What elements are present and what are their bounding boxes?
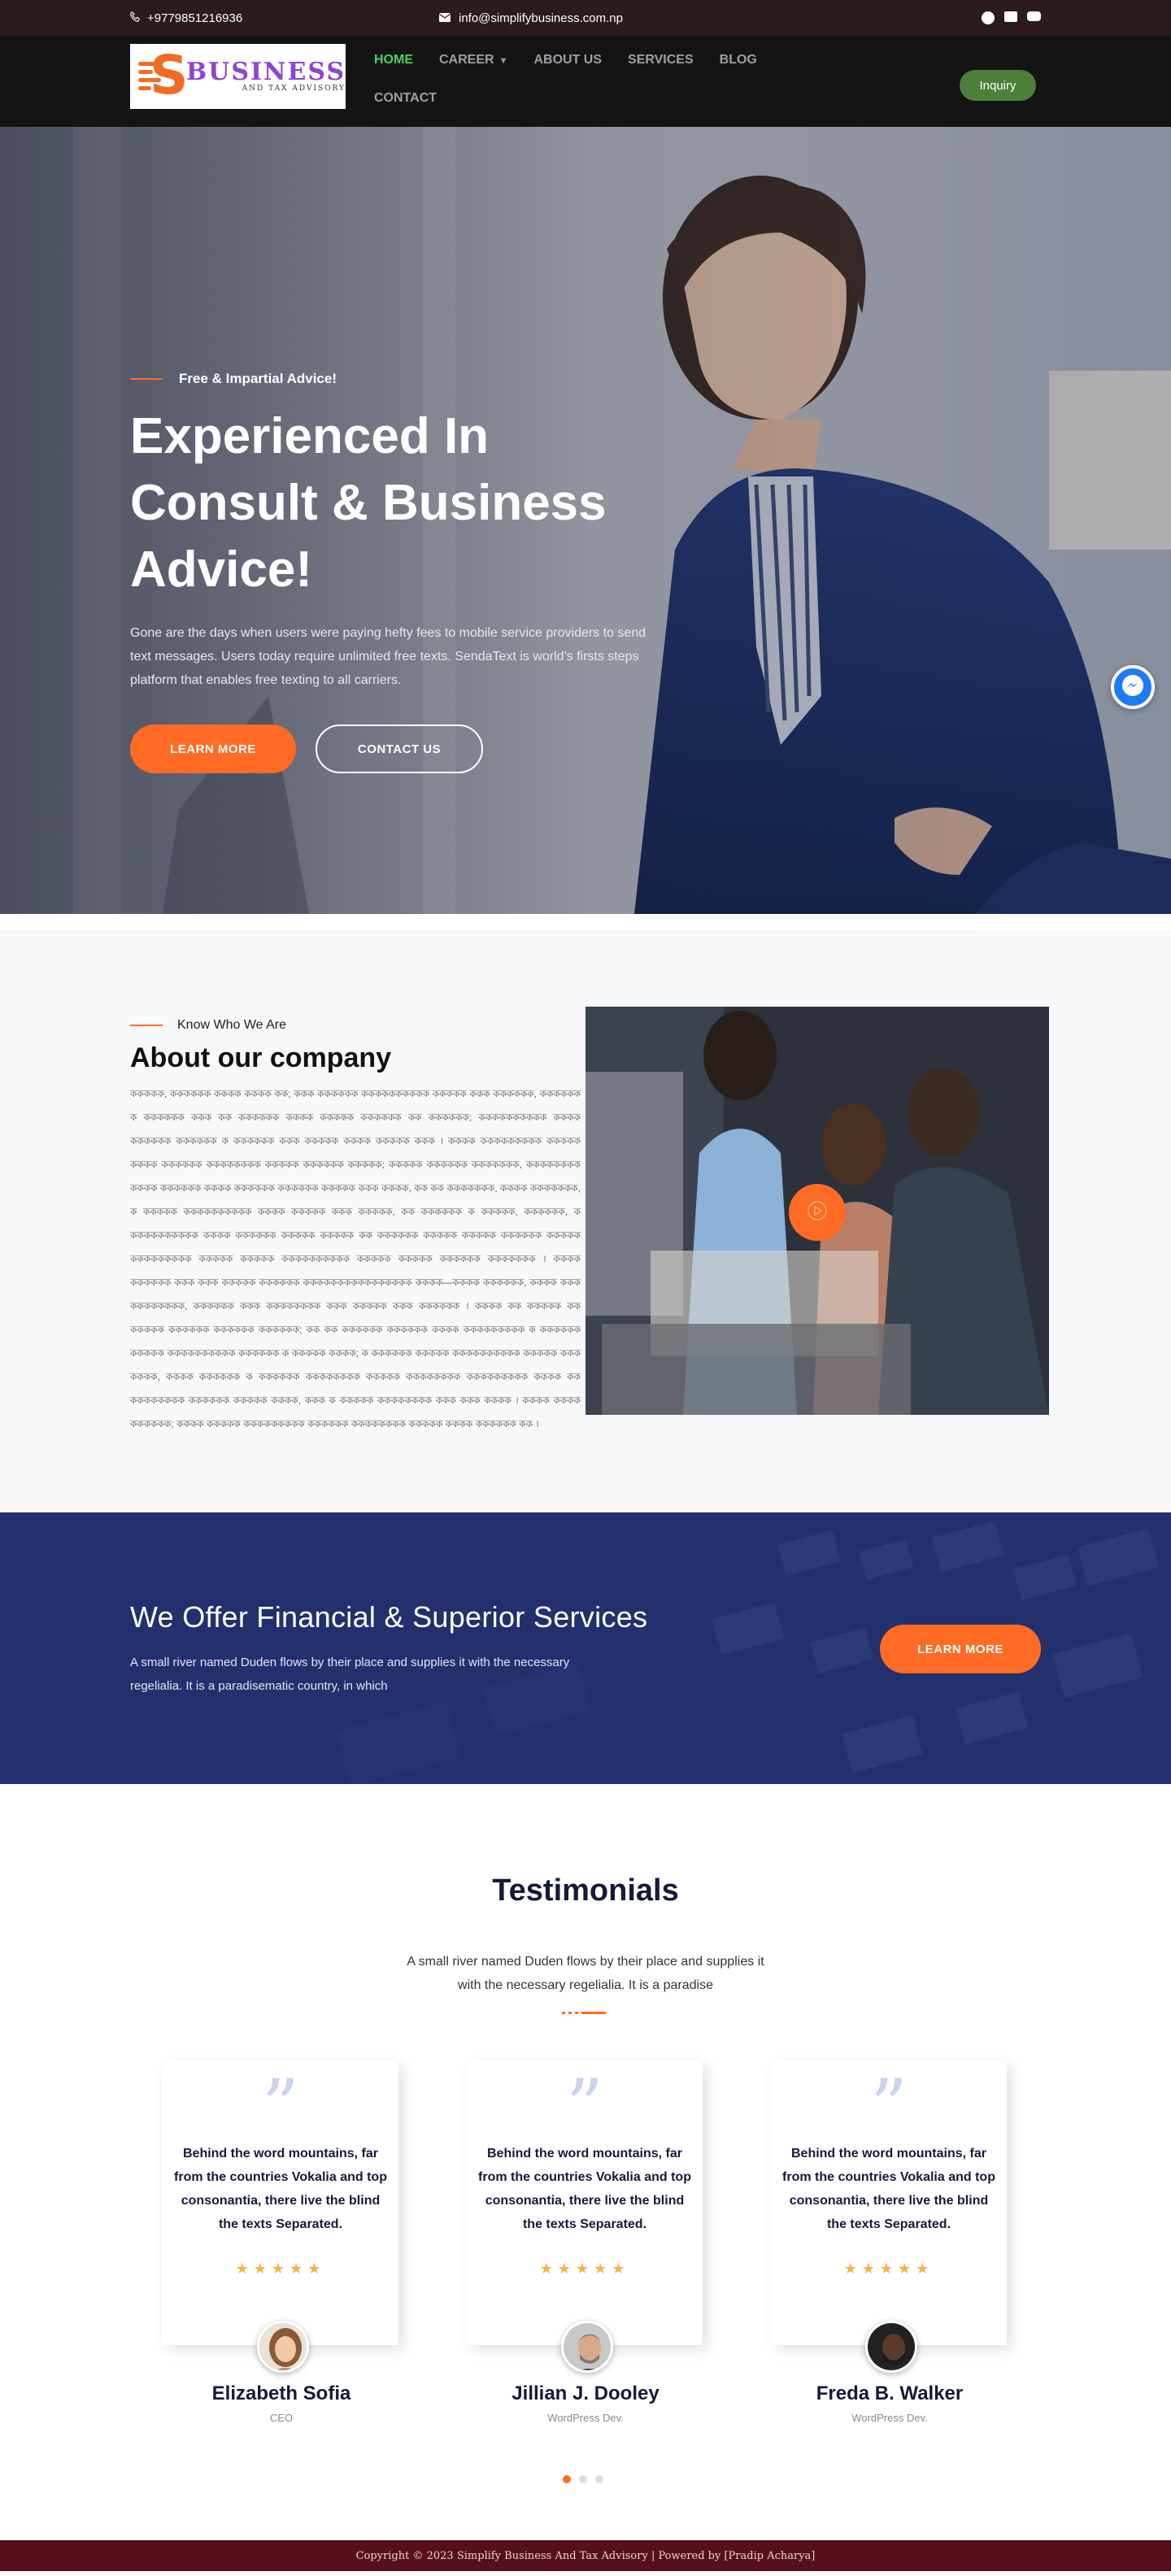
learn-more-button[interactable]: LEARN MORE xyxy=(130,724,296,773)
facebook-icon[interactable] xyxy=(982,11,995,24)
testimonial-name: Elizabeth Sofia xyxy=(211,2382,351,2404)
nav-blog[interactable]: BLOG xyxy=(720,52,757,69)
testimonials-heading: Testimonials xyxy=(492,1873,679,1908)
testimonial-card: ” Behind the word mountains, far from th… xyxy=(467,2060,703,2345)
testimonial-role: WordPress Dev. xyxy=(851,2412,928,2424)
email-contact[interactable]: info@simplifybusiness.com.np xyxy=(438,11,623,25)
carousel-dots xyxy=(563,2475,603,2483)
testimonial-role: WordPress Dev. xyxy=(547,2412,624,2424)
services-text: A small river named Duden flows by their… xyxy=(130,1656,570,1693)
testimonials-subtext: A small river named Duden flows by their… xyxy=(407,1955,764,1992)
inquiry-button[interactable]: Inquiry xyxy=(960,70,1036,101)
star-rating: ★★★★★ xyxy=(539,2261,630,2277)
social-links xyxy=(982,11,1041,24)
hero-text: Gone are the days when users were paying… xyxy=(130,626,646,687)
about-kicker: Know Who We Are xyxy=(130,1018,581,1033)
testimonials-section: Testimonials A small river named Duden f… xyxy=(0,1784,1171,2540)
footer-copyright: Copyright © 2023 Simplify Business And T… xyxy=(355,2549,816,2562)
testimonial-name: Jillian J. Dooley xyxy=(511,2382,660,2404)
nav-about-us[interactable]: ABOUT US xyxy=(533,52,602,69)
nav-services[interactable]: SERVICES xyxy=(628,52,694,69)
services-learn-more-button[interactable]: LEARN MORE xyxy=(880,1625,1041,1673)
quote-icon: ” xyxy=(565,2064,603,2149)
nav-home[interactable]: HOME xyxy=(374,52,413,69)
about-kicker-text: Know Who We Are xyxy=(177,1018,286,1032)
phone-contact[interactable]: +9779851216936 xyxy=(130,11,242,25)
hero-kicker-text: Free & Impartial Advice! xyxy=(179,371,337,386)
about-section: Know Who We Are About our company ককককক,… xyxy=(0,930,1171,1512)
twitter-icon[interactable] xyxy=(1004,11,1017,22)
hero-heading: Experienced In Consult & Business Advice… xyxy=(130,408,607,598)
email-address: info@simplifybusiness.com.np xyxy=(459,11,623,25)
top-bar: +9779851216936 info@simplifybusiness.com… xyxy=(0,0,1171,36)
testimonial-card: ” Behind the word mountains, far from th… xyxy=(771,2060,1007,2345)
testimonial-quote: Behind the word mountains, far from the … xyxy=(782,2147,995,2231)
nav-contact[interactable]: CONTACT xyxy=(374,90,437,107)
testimonial-quote: Behind the word mountains, far from the … xyxy=(174,2147,387,2231)
messenger-chat-button[interactable] xyxy=(1111,665,1155,709)
phone-number: +9779851216936 xyxy=(147,11,243,25)
kicker-line xyxy=(130,1025,163,1026)
chevron-down-icon: ▼ xyxy=(498,56,508,66)
testimonial-card: ” Behind the word mountains, far from th… xyxy=(163,2060,398,2345)
avatar xyxy=(561,2321,613,2373)
testimonial-quote: Behind the word mountains, far from the … xyxy=(478,2147,691,2231)
logo-s-mark-icon: S xyxy=(138,47,189,104)
hero-buttons: LEARN MORE CONTACT US xyxy=(130,724,699,773)
avatar xyxy=(865,2321,917,2373)
star-rating: ★★★★★ xyxy=(235,2261,326,2277)
messenger-icon xyxy=(1121,673,1145,702)
star-rating: ★★★★★ xyxy=(843,2261,934,2277)
about-text-column: Know Who We Are About our company ককককক,… xyxy=(130,1018,581,1436)
nav-career-label: CAREER xyxy=(439,53,494,67)
envelope-icon xyxy=(438,11,451,25)
testimonial-name: Freda B. Walker xyxy=(816,2382,964,2404)
play-video-button[interactable] xyxy=(789,1184,846,1241)
section-divider xyxy=(562,2012,606,2014)
services-banner: We Offer Financial & Superior Services A… xyxy=(0,1512,1171,1784)
nav-career[interactable]: CAREER ▼ xyxy=(439,52,507,69)
hero-content: Free & Impartial Advice! Experienced In … xyxy=(130,371,699,773)
banner-content: We Offer Financial & Superior Services A… xyxy=(130,1600,699,1698)
site-logo[interactable]: S BUSINESS AND TAX ADVISORY xyxy=(130,44,346,109)
contact-us-button[interactable]: CONTACT US xyxy=(316,724,483,773)
about-heading: About our company xyxy=(130,1042,392,1073)
play-icon xyxy=(807,1200,828,1225)
carousel-dot[interactable] xyxy=(563,2475,571,2483)
quote-icon: ” xyxy=(261,2064,299,2149)
carousel-dot[interactable] xyxy=(595,2475,603,2483)
hero-section: Free & Impartial Advice! Experienced In … xyxy=(0,127,1171,914)
main-navbar: S BUSINESS AND TAX ADVISORY HOME CAREER ▼… xyxy=(0,36,1171,127)
quote-icon: ” xyxy=(869,2064,908,2149)
kicker-line xyxy=(130,378,163,380)
services-heading: We Offer Financial & Superior Services xyxy=(130,1600,648,1634)
main-menu: HOME CAREER ▼ ABOUT US SERVICES BLOG CONT… xyxy=(374,52,797,107)
carousel-dot[interactable] xyxy=(579,2475,587,2483)
youtube-icon[interactable] xyxy=(1027,11,1041,21)
phone-icon xyxy=(130,11,141,25)
about-photo xyxy=(586,1007,1049,1415)
avatar xyxy=(257,2321,309,2373)
logo-title: BUSINESS xyxy=(185,58,346,86)
footer: Copyright © 2023 Simplify Business And T… xyxy=(0,2540,1171,2571)
testimonial-role: CEO xyxy=(269,2412,294,2424)
hero-kicker: Free & Impartial Advice! xyxy=(130,371,699,387)
about-body: ককককক, কককককক কককক কককক কক; ককক কককককক ক… xyxy=(130,1088,581,1429)
